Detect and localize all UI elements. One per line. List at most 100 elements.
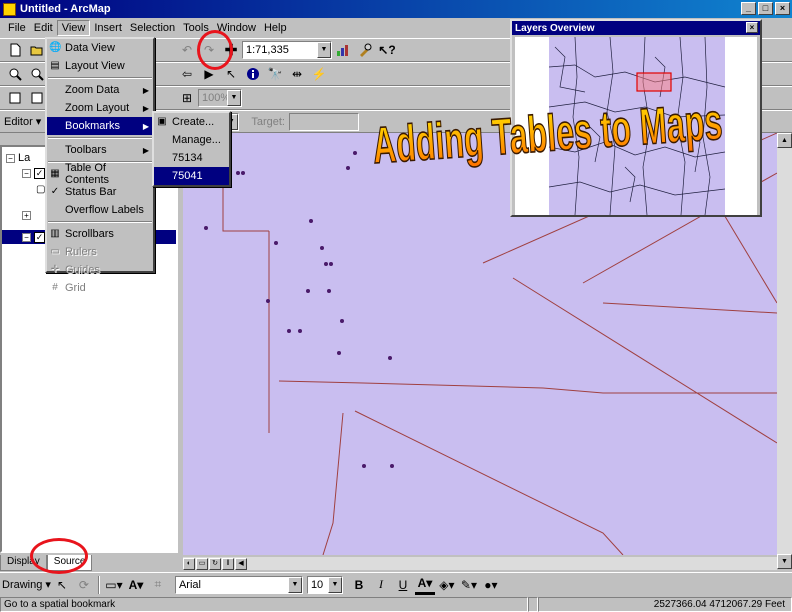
close-button[interactable]: × — [775, 2, 790, 15]
scroll-up-icon[interactable]: ▲ — [777, 133, 792, 148]
layout-zoom-out-icon[interactable] — [27, 88, 47, 108]
status-indicator-icon — [528, 597, 538, 612]
menu-item-table-of-contents[interactable]: ▦ Table Of Contents — [47, 162, 153, 186]
menu-item-create-bookmark[interactable]: ▣ Create... — [154, 113, 229, 131]
toc-icon: ▦ — [50, 168, 60, 179]
rulers-icon: ▭ — [50, 246, 60, 257]
refresh-icon[interactable]: ↻ — [209, 557, 221, 570]
zoom-whole-page-icon[interactable]: ⊞ — [177, 88, 197, 108]
font-size-combo[interactable]: 10 ▼ — [306, 575, 343, 594]
menu-item-data-view[interactable]: 🌐 Data View — [47, 39, 153, 57]
overview-close-icon[interactable]: × — [746, 22, 758, 33]
toc-layer-row[interactable]: + — [22, 208, 34, 222]
maximize-button[interactable]: □ — [758, 2, 773, 15]
menu-help[interactable]: Help — [260, 21, 291, 35]
rectangle-icon[interactable]: ▭▾ — [104, 575, 124, 595]
menu-item-status-bar[interactable]: ✓ Status Bar — [47, 183, 153, 201]
layout-zoom-in-icon[interactable] — [5, 88, 25, 108]
font-color-icon[interactable]: A▾ — [414, 575, 435, 595]
back-extent-icon[interactable]: ⇦ — [177, 64, 197, 84]
chevron-down-icon[interactable]: ▼ — [317, 42, 331, 58]
italic-icon[interactable]: I — [371, 575, 391, 595]
menu-item-scrollbars[interactable]: ▥ Scrollbars — [47, 225, 153, 243]
menu-item-rulers[interactable]: ▭ Rulers — [47, 243, 153, 261]
guides-icon: ✛ — [50, 264, 60, 275]
font-name-value: Arial — [178, 578, 201, 591]
menu-item-overflow-labels[interactable]: Overflow Labels — [47, 201, 153, 219]
marker-color-icon[interactable]: ●▾ — [481, 575, 501, 595]
chevron-down-icon[interactable]: ▼ — [227, 90, 241, 106]
bold-icon[interactable]: B — [349, 575, 369, 595]
whats-this-help-icon[interactable]: ↖? — [377, 40, 397, 60]
menu-item-bookmark-75134[interactable]: 75134 — [154, 149, 229, 167]
menu-item-guides[interactable]: ✛ Guides — [47, 261, 153, 279]
scroll-down-icon[interactable]: ▼ — [777, 554, 792, 569]
map-vertical-scrollbar[interactable]: ▲ ▼ — [777, 133, 792, 569]
line-color-icon[interactable]: ✎▾ — [459, 575, 479, 595]
collapse-icon[interactable]: − — [6, 153, 15, 163]
headline-text: Adding Tables to Maps — [371, 92, 724, 172]
layout-view-toggle-icon[interactable]: ▭ — [196, 557, 208, 570]
menu-item-manage-bookmarks[interactable]: Manage... — [154, 131, 229, 149]
open-folder-icon[interactable] — [27, 40, 47, 60]
menu-separator — [48, 221, 152, 223]
minimize-button[interactable]: _ — [741, 2, 756, 15]
underline-icon[interactable]: U — [393, 575, 413, 595]
zoom-out-icon[interactable] — [27, 64, 47, 84]
editor-menu[interactable]: Editor ▾ — [4, 115, 41, 128]
expand-icon[interactable]: + — [22, 210, 31, 220]
map-horizontal-scrollbar[interactable]: ◐ ▭ ↻ ǁ ◀ — [183, 557, 777, 570]
toc-root-label: La — [18, 152, 31, 164]
collapse-icon[interactable]: − — [22, 232, 31, 242]
select-elements-icon[interactable]: ↖ — [52, 575, 72, 595]
pause-drawing-icon[interactable]: ǁ — [222, 557, 234, 570]
text-tool-icon[interactable]: A▾ — [126, 575, 146, 595]
layer-visibility-checkbox[interactable]: ✓ — [34, 231, 45, 243]
zoom-percent-value: 100% — [202, 92, 231, 104]
data-view-toggle-icon[interactable]: ◐ — [183, 557, 195, 570]
target-label: Target: — [251, 115, 285, 128]
zoom-in-icon[interactable] — [5, 64, 25, 84]
fill-color-icon[interactable]: ◈▾ — [437, 575, 457, 595]
toc-layers-root[interactable]: − La — [6, 151, 30, 165]
menu-item-grid[interactable]: # Grid — [47, 279, 153, 297]
chevron-down-icon[interactable]: ▼ — [327, 576, 342, 593]
scroll-left-icon[interactable]: ◀ — [235, 557, 247, 570]
zoom-percent-combo[interactable]: 100% ▼ — [198, 89, 242, 107]
measure-icon[interactable]: ⇹ — [287, 64, 307, 84]
overview-title: Layers Overview — [515, 22, 595, 34]
target-combo[interactable] — [288, 112, 359, 131]
collapse-icon[interactable]: − — [22, 168, 31, 178]
hyperlink-icon[interactable]: ⚡ — [309, 64, 329, 84]
editor-toolbar-icon[interactable] — [333, 40, 353, 60]
rotate-icon[interactable]: ⟳ — [74, 575, 94, 595]
edit-vertices-icon[interactable]: ⌗ — [148, 575, 168, 595]
menu-item-bookmarks[interactable]: Bookmarks ▶ — [47, 117, 153, 135]
chevron-down-icon[interactable]: ▼ — [287, 576, 302, 593]
undo-icon[interactable]: ↶ — [177, 40, 197, 60]
menu-view[interactable]: View — [56, 19, 91, 36]
menu-item-zoom-data[interactable]: Zoom Data ▶ — [47, 81, 153, 99]
headline-wordart: Adding Tables to Maps — [370, 92, 725, 172]
menu-selection[interactable]: Selection — [126, 21, 179, 35]
new-document-icon[interactable] — [5, 40, 25, 60]
menu-edit[interactable]: Edit — [30, 21, 57, 35]
point-features — [204, 151, 394, 468]
submenu-arrow-icon: ▶ — [142, 121, 149, 131]
toc-layer-row[interactable]: − ✓ — [22, 166, 45, 180]
scale-combo[interactable]: 1:71,335 ▼ — [242, 41, 332, 59]
menu-insert[interactable]: Insert — [90, 21, 126, 35]
find-binoculars-icon[interactable]: 🔭 — [265, 64, 285, 84]
menu-item-bookmark-75041[interactable]: 75041 — [154, 167, 229, 185]
menu-item-toolbars[interactable]: Toolbars ▶ — [47, 141, 153, 159]
arctoolbox-icon[interactable] — [355, 40, 375, 60]
menu-item-zoom-layout[interactable]: Zoom Layout ▶ — [47, 99, 153, 117]
overview-title-bar[interactable]: Layers Overview × — [512, 21, 760, 35]
drawing-menu[interactable]: Drawing ▾ — [2, 578, 51, 591]
menu-file[interactable]: File — [4, 21, 30, 35]
menu-item-layout-view[interactable]: ▤ Layout View — [47, 57, 153, 75]
font-size-value: 10 — [310, 578, 324, 591]
layer-visibility-checkbox[interactable]: ✓ — [34, 167, 45, 179]
identify-icon[interactable] — [243, 64, 263, 84]
font-name-combo[interactable]: Arial ▼ — [174, 575, 303, 594]
